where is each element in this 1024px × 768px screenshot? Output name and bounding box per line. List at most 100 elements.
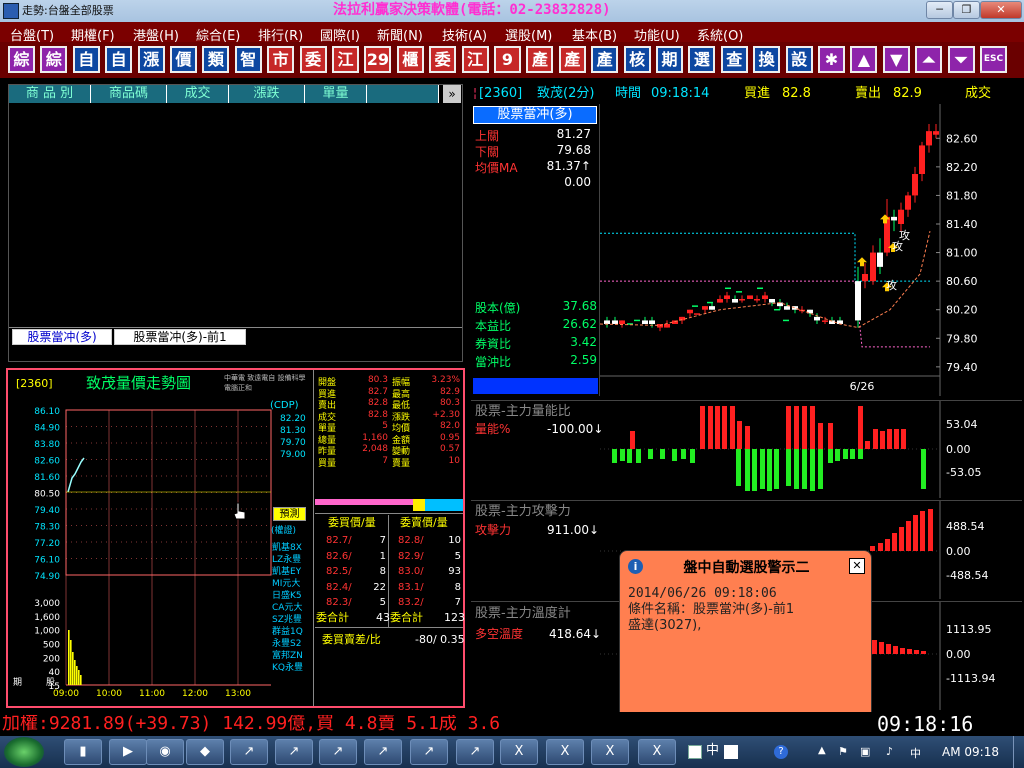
tray-expand-icon[interactable]: ▲ [818, 745, 826, 759]
sub-bar-positive [865, 441, 870, 449]
help-icon[interactable]: ? [774, 745, 788, 759]
toolbar-button[interactable]: ▼ [882, 46, 910, 73]
tab-strategy-long[interactable]: 股票當冲(多) [12, 329, 112, 345]
excel-icon[interactable]: X [500, 739, 538, 765]
flag-icon[interactable]: ⚑ [838, 745, 852, 759]
sub-bar-positive [730, 406, 735, 449]
mini-volume-bar [76, 666, 78, 685]
forecast-button[interactable]: 預測 [273, 507, 306, 521]
chart-app-icon[interactable]: ↗ [319, 739, 357, 765]
toolbar-button[interactable]: 設 [785, 46, 813, 73]
tab-strategy-long-prev[interactable]: 股票當冲(多)-前1 [114, 329, 246, 345]
toolbar-button[interactable]: 市 [267, 46, 295, 73]
toolbar-button[interactable]: ⏷ [947, 46, 975, 73]
folder-app-icon[interactable]: ▮ [64, 739, 102, 765]
popup-title: 盤中自動選股警示二 [683, 560, 810, 576]
ime-tray-icon[interactable]: 中 [910, 745, 924, 760]
toolbar-button[interactable]: 換 [753, 46, 781, 73]
ime-mode-icon[interactable] [724, 745, 738, 759]
cdp-value: 82.20 [280, 414, 306, 424]
chart-app-icon[interactable]: ↗ [410, 739, 448, 765]
toolbar-button[interactable]: 漲 [137, 46, 165, 73]
toolbar-button[interactable]: 自 [72, 46, 100, 73]
cdp-label: (CDP) [270, 400, 299, 411]
chrome-icon[interactable]: ◉ [146, 739, 184, 765]
toolbar-button[interactable]: 委 [429, 46, 457, 73]
toolbar-button[interactable]: ESC [980, 46, 1007, 73]
main-price-tick: 80.20 [946, 304, 978, 317]
mini-time-tick: 09:00 [53, 689, 79, 699]
sub1-bar-chart: 53.04 0.00 -53.05 [600, 401, 981, 498]
toolbar-button[interactable]: ▲ [850, 46, 878, 73]
excel-icon[interactable]: X [591, 739, 629, 765]
show-desktop-button[interactable] [1013, 736, 1024, 768]
toolbar-button[interactable]: ✱ [818, 46, 845, 73]
toolbar-button[interactable]: 產 [526, 46, 554, 73]
toolbar-button[interactable]: 核 [623, 46, 651, 73]
toolbar-button[interactable]: 綜 [8, 46, 35, 73]
ime-icon[interactable] [688, 745, 702, 759]
media-player-icon[interactable]: ▶ [109, 739, 147, 765]
toolbar-button[interactable]: ⏶ [915, 46, 943, 73]
column-header-code[interactable]: 商品碼 [91, 85, 167, 103]
chart-app-icon[interactable]: ↗ [364, 739, 402, 765]
column-header-change[interactable]: 漲跌 [229, 85, 305, 103]
quote-label: 買量 [318, 458, 337, 469]
tab-strip: 股票當冲(多) 股票當冲(多)-前1 [9, 327, 462, 345]
mini-price-tick: 76.10 [34, 556, 60, 566]
excel-icon[interactable]: X [546, 739, 584, 765]
sub-bar-positive [914, 650, 919, 654]
toolbar-button[interactable]: 江 [461, 46, 489, 73]
chart-app-icon[interactable]: ↗ [456, 739, 494, 765]
toolbar-button[interactable]: 29 [364, 46, 392, 73]
toolbar-button[interactable]: 產 [591, 46, 619, 73]
toolbar-button[interactable]: 查 [720, 46, 748, 73]
toolbar-button[interactable]: 江 [332, 46, 359, 73]
quote-value: 5 [382, 421, 388, 431]
sub-bar-positive [907, 649, 912, 654]
candle [754, 299, 760, 301]
chart-app-icon[interactable]: ↗ [230, 739, 268, 765]
toolbar-button[interactable]: 智 [234, 46, 262, 73]
related-item[interactable]: KQ永豐 [272, 660, 303, 673]
quote-value: 1,160 [362, 432, 388, 443]
toolbar-button[interactable]: 自 [105, 46, 133, 73]
book-buy-price: 82.7/ [326, 535, 352, 546]
column-header-name[interactable]: 商 品 別 [9, 85, 91, 103]
toolbar-button[interactable]: 櫃 [396, 46, 424, 73]
toolbar-button[interactable]: 綜 [40, 46, 68, 73]
cdp-value: 81.30 [280, 426, 306, 436]
popup-close-button[interactable]: ✕ [849, 558, 865, 574]
sub-bar-positive [885, 539, 890, 551]
toolbar-button[interactable]: 委 [299, 46, 327, 73]
chart-app-icon[interactable]: ↗ [275, 739, 313, 765]
mini-volume-bar [72, 652, 74, 685]
mini-time-tick: 12:00 [182, 689, 208, 699]
close-button[interactable]: ✕ [980, 1, 1022, 19]
candle [717, 299, 723, 303]
toolbar-button[interactable]: 產 [558, 46, 586, 73]
info-bar [473, 378, 598, 394]
network-icon[interactable]: ▣ [860, 745, 874, 759]
speaker-icon[interactable]: ♪ [886, 745, 900, 759]
minimize-button[interactable]: ─ [926, 1, 953, 19]
ime-indicator[interactable]: 中 [706, 744, 719, 757]
messenger-icon[interactable]: ◆ [186, 739, 224, 765]
restore-button[interactable]: ❐ [953, 1, 980, 19]
toolbar-button[interactable]: 9 [494, 46, 521, 73]
column-header-volume[interactable]: 單量 [305, 85, 367, 103]
scroll-right-button[interactable]: » [443, 85, 461, 103]
toolbar-button[interactable]: 期 [656, 46, 683, 73]
book-buy-qty: 1 [379, 550, 386, 562]
sub2-label: 攻擊力 [475, 523, 512, 537]
start-button[interactable] [4, 737, 44, 767]
main-price-tick: 81.40 [946, 218, 978, 231]
column-header-last[interactable]: 成交 [167, 85, 229, 103]
sub-bar-positive [794, 406, 799, 449]
toolbar-button[interactable]: 選 [688, 46, 716, 73]
toolbar-button[interactable]: 價 [170, 46, 197, 73]
taskbar-clock[interactable]: AM 09:18 [942, 746, 999, 758]
excel-icon[interactable]: X [638, 739, 676, 765]
sub3-value: 418.64↓ [549, 627, 602, 641]
toolbar-button[interactable]: 類 [202, 46, 230, 73]
